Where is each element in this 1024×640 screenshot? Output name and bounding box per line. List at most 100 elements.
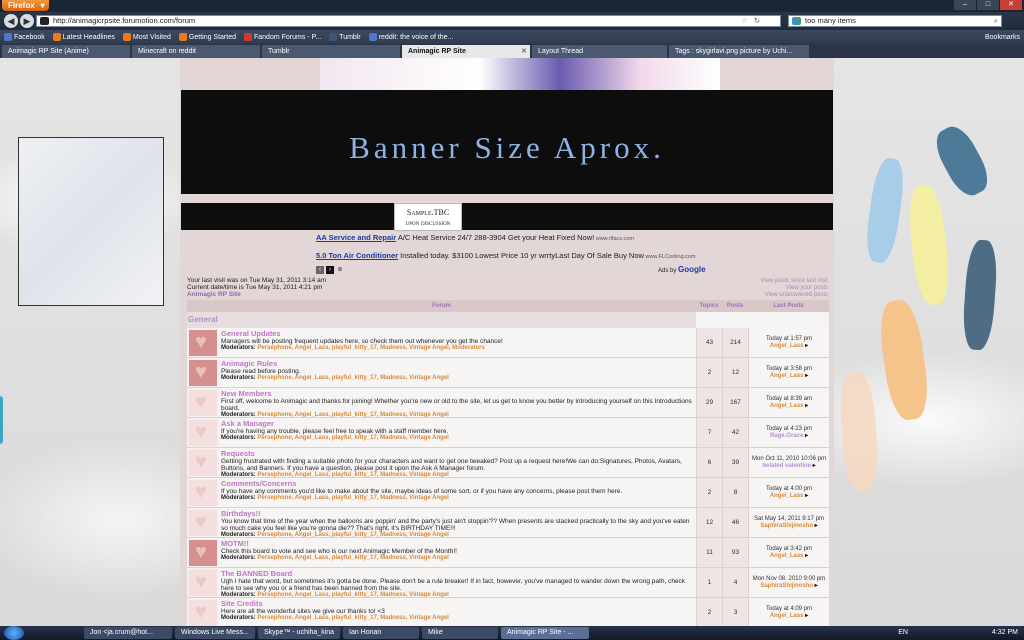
bookmark-item[interactable]: Most Visited (122, 33, 171, 41)
ads-by-google[interactable]: Ads by Google (658, 265, 706, 274)
mod-list[interactable]: Persephone, Angel_Lass, playful_kitty_17… (257, 435, 449, 441)
next-arrow-icon[interactable]: › (326, 266, 334, 274)
tumblr-icon (329, 33, 338, 41)
bookmark-star-icon[interactable]: ☆ (741, 16, 748, 26)
banner-title: Banner Size Aprox. (349, 130, 665, 165)
bookmark-item[interactable]: Getting Started (178, 33, 236, 41)
start-button[interactable] (4, 626, 24, 640)
last-post-user[interactable]: SaphiraShijinosho ▸ (749, 523, 829, 530)
tab-animagic-rp-site[interactable]: Animagic RP Site ✕ (402, 45, 530, 58)
mod-list[interactable]: Persephone, Angel_Lass, playful_kitty_17… (257, 375, 449, 381)
mod-list[interactable]: Persephone, Angel_Lass, playful_kitty_17… (257, 555, 449, 561)
goto-post-icon[interactable]: ▸ (805, 493, 808, 499)
close-button[interactable]: ✕ (1000, 0, 1022, 10)
language-indicator[interactable]: EN (898, 626, 908, 640)
clock[interactable]: 4:32 PM (992, 626, 1018, 640)
tab-animagic-anime[interactable]: Animagic RP Site (Anime) (2, 45, 130, 58)
sample-button[interactable]: Sample.TBC upon discussion (394, 203, 462, 231)
forum-title[interactable]: Ask a Manager (221, 419, 694, 428)
goto-post-icon[interactable]: ▸ (805, 553, 808, 559)
forum-title[interactable]: General Updates (221, 329, 694, 338)
mod-list[interactable]: Persephone, Angel_Lass, playful_kitty_17… (257, 472, 449, 477)
last-post-user[interactable]: SaphiraShijinosho ▸ (749, 583, 829, 590)
goto-post-icon[interactable]: ▸ (815, 583, 818, 589)
topics-count: 43 (696, 328, 722, 357)
bookmarks-menu[interactable]: Bookmarks (985, 34, 1020, 41)
bookmark-item[interactable]: Tumblr (329, 33, 361, 41)
breadcrumb-site-link[interactable]: Animagic RP Site (187, 291, 241, 298)
taskbar-item[interactable]: Windows Live Mess... (175, 627, 255, 639)
link-unanswered-posts[interactable]: View unanswered posts (760, 292, 828, 299)
tab-minecraft-reddit[interactable]: Minecraft on reddit (132, 45, 260, 58)
forum-title[interactable]: MOTM!! (221, 539, 694, 548)
tab-tags-picture[interactable]: Tags : skygirlavi.png picture by Uchi... (669, 45, 809, 58)
bookmark-item[interactable]: Facebook (4, 33, 45, 41)
last-post-user[interactable]: Angel_Lass ▸ (749, 553, 829, 560)
taskbar-item[interactable]: Animagic RP Site - ... (501, 627, 589, 639)
forum-title[interactable]: Requests (221, 449, 694, 458)
ad-1-link[interactable]: AA Service and Repair (316, 233, 396, 242)
forum-title[interactable]: New Members (221, 389, 694, 398)
mod-label: Moderators: (221, 495, 256, 501)
last-post-user[interactable]: Angel_Lass ▸ (749, 403, 829, 410)
last-post-user[interactable]: belated valentine ▸ (749, 463, 829, 470)
table-row: General UpdatesManagers will be posting … (187, 328, 829, 358)
taskbar-item[interactable]: Skype™ - uchiha_kina (258, 627, 340, 639)
ad-info-icon[interactable]: ⊛ (336, 266, 344, 274)
mod-label: Moderators: (221, 555, 256, 561)
bookmark-item[interactable]: Latest Headlines (52, 33, 115, 41)
mod-list[interactable]: Persephone, Angel_Lass, playful_kitty_17… (257, 412, 449, 417)
link-your-posts[interactable]: View your posts (760, 285, 828, 292)
taskbar: Jon <ja.crum@hot... Windows Live Mess...… (0, 626, 1024, 640)
tab-close-icon[interactable]: ✕ (521, 45, 527, 58)
tab-layout-thread[interactable]: Layout Thread (532, 45, 667, 58)
link-posts-since-visit[interactable]: View posts since last visit (760, 278, 828, 285)
bookmark-item[interactable]: Fandom Forums - P... (244, 33, 321, 41)
reload-icon[interactable]: ↻ (754, 16, 760, 26)
goto-post-icon[interactable]: ▸ (815, 523, 818, 529)
forum-title[interactable]: Birthdays!! (221, 509, 694, 518)
tab-tumblr[interactable]: Tumblr (262, 45, 400, 58)
search-input[interactable]: too many items ⌕ (788, 15, 1002, 27)
goto-post-icon[interactable]: ▸ (805, 433, 808, 439)
goto-post-icon[interactable]: ▸ (805, 373, 808, 379)
bookmark-item[interactable]: reddit: the voice of the... (368, 33, 453, 41)
reddit-icon (368, 33, 377, 41)
mod-list[interactable]: Persephone, Angel_Lass, playful_kitty_17… (257, 532, 449, 537)
forum-title[interactable]: The BANNED Board (221, 569, 694, 578)
goto-post-icon[interactable]: ▸ (805, 343, 808, 349)
ad-2-link[interactable]: 5.0 Ton Air Conditioner (316, 251, 398, 260)
forum-title[interactable]: Animagic Rules (221, 359, 694, 368)
minimize-button[interactable]: – (954, 0, 976, 10)
mod-list[interactable]: Persephone, Angel_Lass, playful_kitty_17… (257, 345, 485, 351)
mod-list[interactable]: Persephone, Angel_Lass, playful_kitty_17… (257, 592, 449, 597)
goto-post-icon[interactable]: ▸ (813, 463, 816, 469)
taskbar-item[interactable]: Jon <ja.crum@hot... (84, 627, 172, 639)
last-post-user[interactable]: Rage.Grace ▸ (749, 433, 829, 440)
forum-title[interactable]: Site Credits (221, 599, 694, 608)
last-post-user[interactable]: Angel_Lass ▸ (749, 613, 829, 620)
forward-icon[interactable]: ▶ (20, 14, 34, 28)
forum-description: Here are all the wonderful sites we give… (221, 608, 385, 615)
last-post-user[interactable]: Angel_Lass ▸ (749, 373, 829, 380)
taskbar-item[interactable]: Mike (422, 627, 498, 639)
header-last-post: Last Posts (773, 303, 804, 309)
back-icon[interactable]: ◀ (4, 14, 18, 28)
mod-list[interactable]: Persephone, Angel_Lass, playful_kitty_17… (257, 615, 449, 621)
address-bar[interactable]: http://animagicrpsite.forumotion.com/for… (36, 15, 781, 27)
mod-label: Moderators: (221, 375, 256, 381)
goto-post-icon[interactable]: ▸ (805, 613, 808, 619)
last-post-cell: Today at 8:39 am Angel_Lass ▸ (748, 388, 829, 417)
maximize-button[interactable]: □ (977, 0, 999, 10)
taskbar-item[interactable]: Ian Honan (343, 627, 419, 639)
prev-arrow-icon[interactable]: ‹ (316, 266, 324, 274)
firefox-menu-button[interactable]: Firefox (2, 0, 49, 11)
side-panel-handle[interactable] (0, 396, 3, 444)
goto-post-icon[interactable]: ▸ (805, 403, 808, 409)
last-post-user[interactable]: Angel_Lass ▸ (749, 493, 829, 500)
category-name[interactable]: General (187, 312, 696, 328)
mod-list[interactable]: Persephone, Angel_Lass, playful_kitty_17… (257, 495, 449, 501)
last-post-user[interactable]: Angel_Lass ▸ (749, 343, 829, 350)
search-icon[interactable]: ⌕ (994, 16, 998, 26)
forum-title[interactable]: Comments/Concerns (221, 479, 694, 488)
